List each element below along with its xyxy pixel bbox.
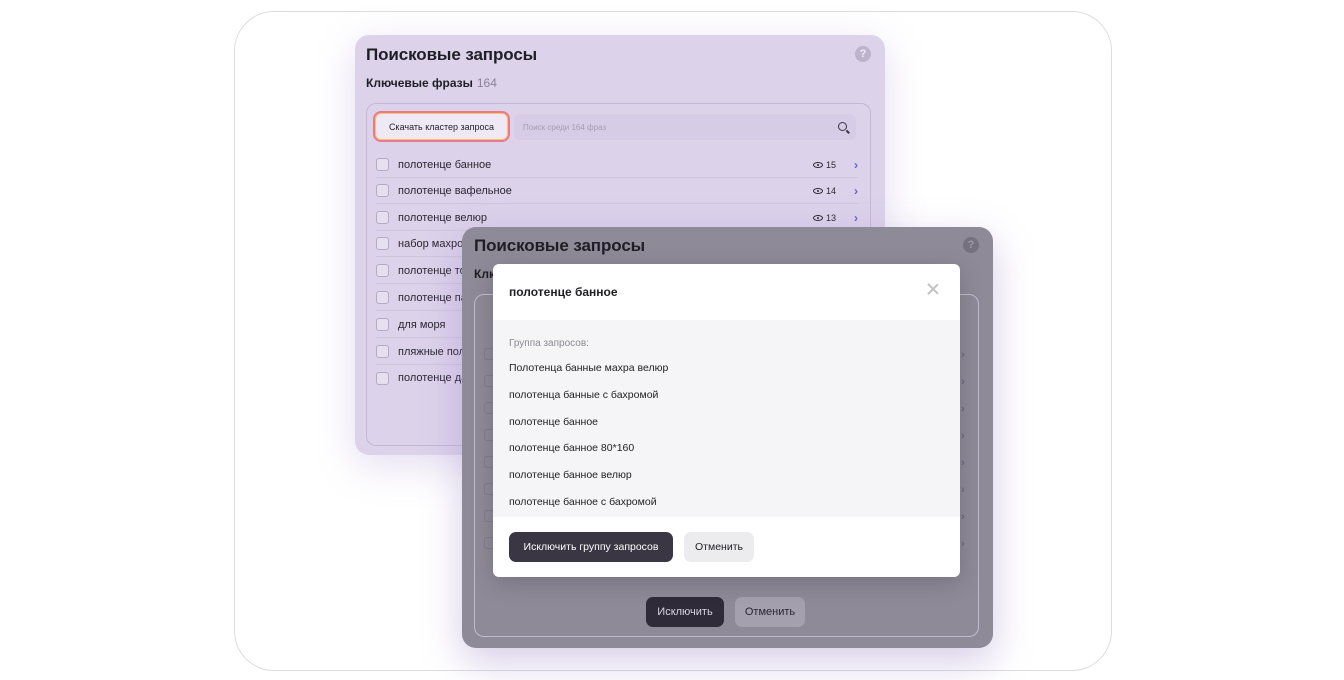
- keyphrases-label: Ключевые фразы: [366, 76, 473, 90]
- chevron-right-icon[interactable]: ›: [854, 158, 858, 172]
- list-item: Полотенца банные махра велюр: [509, 362, 669, 374]
- views-count: 14: [812, 186, 836, 196]
- row-checkbox[interactable]: [376, 158, 389, 171]
- search-input[interactable]: Поиск среди 164 фраз: [514, 114, 856, 140]
- keyphrases-count: 164: [476, 76, 497, 90]
- modal-title: полотенце банное: [509, 285, 618, 299]
- row-label: полотенце вафельное: [398, 184, 512, 197]
- search-icon[interactable]: [838, 122, 847, 131]
- list-item[interactable]: полотенце банное 15 ›: [376, 152, 858, 178]
- list-item: полотенце банное с бахромой: [509, 496, 657, 508]
- views-count: 15: [812, 160, 836, 170]
- row-label: полотенце велюр: [398, 211, 487, 224]
- views-count: 13: [812, 213, 836, 223]
- row-checkbox[interactable]: [376, 371, 389, 385]
- chevron-right-icon[interactable]: ›: [961, 457, 965, 469]
- query-group-list: Группа запросов: Полотенца банные махра …: [493, 320, 960, 517]
- list-item: полотенце банное: [509, 416, 599, 428]
- group-label: Группа запросов:: [509, 338, 589, 349]
- cancel-button[interactable]: Отменить: [735, 597, 805, 627]
- eye-icon: [812, 161, 823, 168]
- row-label: для моря: [398, 318, 446, 331]
- chevron-right-icon[interactable]: ›: [961, 511, 965, 523]
- chevron-right-icon[interactable]: ›: [961, 430, 965, 442]
- chevron-right-icon[interactable]: ›: [961, 376, 965, 388]
- row-checkbox[interactable]: [376, 211, 389, 224]
- help-icon[interactable]: ?: [963, 237, 979, 253]
- close-icon[interactable]: [926, 282, 940, 296]
- row-checkbox[interactable]: [376, 264, 389, 277]
- help-icon[interactable]: ?: [855, 46, 871, 62]
- row-label: полотенце банное: [398, 158, 492, 171]
- row-label: набор махро: [398, 237, 464, 250]
- list-item: полотенца банные с бахромой: [509, 389, 659, 401]
- row-checkbox[interactable]: [376, 237, 389, 250]
- eye-icon: [812, 214, 823, 221]
- row-checkbox[interactable]: [376, 345, 389, 358]
- panel-title: Поисковые запросы: [366, 45, 538, 64]
- chevron-right-icon[interactable]: ›: [854, 184, 858, 198]
- eye-icon: [812, 187, 823, 194]
- keyphrases-heading: Ключевые фразы 164: [366, 76, 497, 90]
- chevron-right-icon[interactable]: ›: [961, 484, 965, 496]
- list-item: полотенце банное 80*160: [509, 442, 635, 454]
- exclude-button[interactable]: Исключить: [646, 597, 724, 627]
- row-checkbox[interactable]: [376, 318, 389, 331]
- row-label: полотенце да: [398, 372, 468, 384]
- query-group-modal: полотенце банное Группа запросов: Полоте…: [493, 264, 960, 577]
- chevron-right-icon[interactable]: ›: [854, 211, 858, 225]
- list-item[interactable]: полотенце вафельное 14 ›: [376, 178, 858, 204]
- exclude-group-button[interactable]: Исключить группу запросов: [509, 532, 673, 562]
- chevron-right-icon[interactable]: ›: [961, 403, 965, 415]
- row-checkbox[interactable]: [376, 291, 389, 304]
- download-cluster-button[interactable]: Скачать кластер запроса: [373, 111, 510, 142]
- cancel-button[interactable]: Отменить: [684, 532, 754, 562]
- row-label: пляжные пол: [398, 345, 466, 358]
- chevron-right-icon[interactable]: ›: [961, 349, 965, 361]
- row-label: полотенце то: [398, 264, 466, 277]
- row-checkbox[interactable]: [376, 184, 389, 197]
- row-label: полотенце па: [398, 291, 467, 304]
- chevron-right-icon[interactable]: ›: [961, 538, 965, 550]
- search-placeholder: Поиск среди 164 фраз: [523, 122, 607, 132]
- list-item: полотенце банное велюр: [509, 469, 632, 481]
- keyphrases-heading: Клк: [474, 267, 495, 281]
- panel-title: Поисковые запросы: [474, 236, 646, 255]
